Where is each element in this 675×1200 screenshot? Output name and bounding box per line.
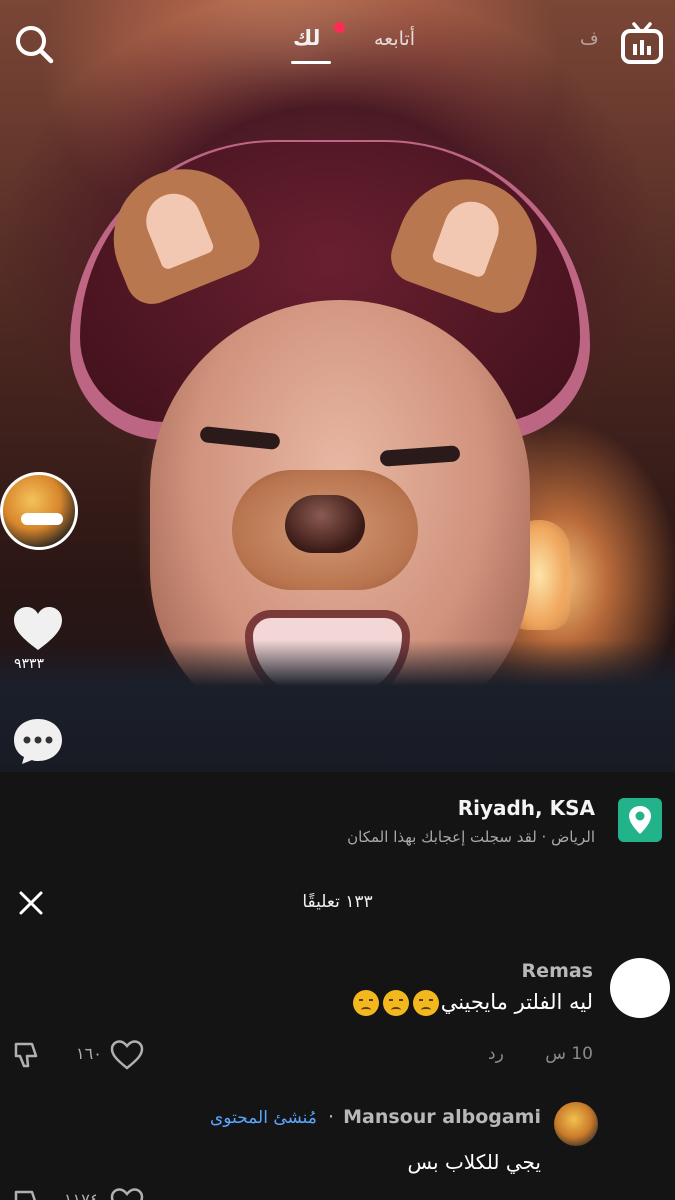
like-count: ٩٣٣٣ [14,656,45,672]
tab-partial[interactable]: ف [580,28,599,49]
location-subtitle: الرياض · لقد سجلت إعجابك بهذا المكان [347,828,595,846]
comment-time: 10 س [545,1044,593,1064]
comment-text: يجي للكلاب بس [407,1150,541,1174]
notification-dot [334,22,345,33]
heart-outline-icon[interactable] [110,1040,144,1070]
active-tab-indicator [291,61,331,64]
search-icon[interactable] [12,22,56,66]
video-player[interactable] [0,0,675,772]
commenter-avatar[interactable] [610,958,670,1018]
location-pin-icon [618,798,662,842]
creator-avatar[interactable] [0,472,78,550]
tv-icon[interactable] [620,20,664,66]
video-jacket [0,640,675,772]
comment-like-count: ١١٧٤ [64,1190,99,1200]
dog-nose [285,495,365,553]
comment-like-count: ١٦٠ [76,1044,102,1063]
comment-username[interactable]: Remas [522,960,593,982]
comments-count-title: ١٣٣ تعليقًا [302,892,373,912]
tab-for-you[interactable]: لك [293,26,320,50]
creator-badge: مُنشئ المحتوى [210,1108,317,1128]
disappointed-emoji-icon [382,990,409,1016]
comment-username[interactable]: Mansour albogami [343,1106,541,1128]
comment-body: ليه الفلتر مايجيني [440,990,593,1014]
disappointed-emoji-icon [412,990,439,1016]
heart-icon[interactable] [12,606,64,652]
tab-following[interactable]: أتابعه [374,28,415,50]
comment-text: ليه الفلتر مايجيني [351,990,593,1016]
commenter-avatar[interactable] [554,1102,598,1146]
heart-outline-icon[interactable] [110,1188,144,1200]
disappointed-emoji-icon [352,990,379,1016]
dislike-icon[interactable] [12,1188,42,1200]
comment-icon[interactable] [12,716,64,766]
dislike-icon[interactable] [12,1040,42,1070]
separator-dot: · [328,1106,335,1128]
reply-button[interactable]: رد [488,1044,504,1064]
top-nav-bar: لك أتابعه ف [0,0,675,80]
location-title[interactable]: Riyadh, KSA [458,796,595,820]
comment-meta: 10 س رد [488,1044,593,1064]
